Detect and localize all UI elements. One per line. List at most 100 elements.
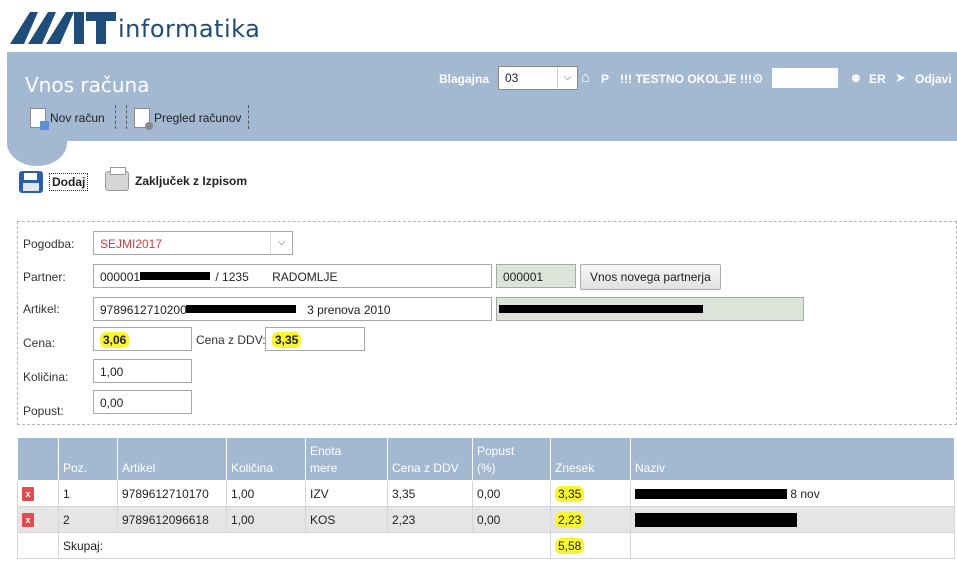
- contract-select[interactable]: SEJMI2017 ⌵: [93, 231, 293, 255]
- col-pos: Poz.: [58, 437, 118, 481]
- quantity-input[interactable]: 1,00: [93, 359, 192, 383]
- redacted-article-detail: [499, 305, 703, 313]
- cell-name: [630, 506, 955, 533]
- contract-label: Pogodba:: [23, 237, 75, 251]
- chevron-down-icon: ⌵: [557, 67, 577, 89]
- col-unit: Enota mere: [305, 437, 388, 481]
- price-value: 3,06: [100, 332, 130, 348]
- home-icon[interactable]: ⌂: [581, 70, 597, 86]
- cell-discount: 0,00: [472, 506, 551, 533]
- toolbar-divider: [126, 105, 127, 129]
- col-amount: Znesek: [550, 437, 631, 481]
- delete-icon[interactable]: x: [22, 513, 34, 527]
- add-label: Dodaj: [49, 173, 89, 191]
- new-document-icon: [30, 108, 49, 130]
- invoice-overview-label: Pregled računov: [154, 111, 242, 125]
- invoice-overview-button[interactable]: Pregled računov: [134, 108, 242, 130]
- col-actions: [17, 437, 59, 481]
- article-code: 9789612710200: [100, 303, 187, 317]
- article-suffix: 3 prenova 2010: [307, 303, 391, 317]
- register-value: 03: [505, 71, 519, 85]
- table-row: x 2 9789612096618 1,00 KOS 2,23 0,00 2,2…: [17, 506, 955, 533]
- table-total-row: Skupaj: 5,58: [17, 532, 955, 559]
- cell-discount: 0,00: [472, 480, 551, 507]
- cell-name: 8 nov: [630, 480, 955, 507]
- page-title: Vnos računa: [25, 73, 150, 97]
- redacted-partner-name: [140, 272, 210, 280]
- new-invoice-label: Nov račun: [50, 111, 105, 125]
- price-vat-input[interactable]: 3,35: [265, 327, 365, 351]
- cell-amount: 3,35: [550, 480, 631, 507]
- close-print-label: Zaključek z Izpisom: [135, 174, 248, 188]
- partner-id-field: 000001: [496, 264, 576, 288]
- col-quantity: Količina: [226, 437, 306, 481]
- register-label: Blagajna: [439, 72, 490, 86]
- table-row: x 1 9789612710170 1,00 IZV 3,35 0,00 3,3…: [17, 480, 955, 507]
- close-print-button[interactable]: Zaključek z Izpisom: [105, 167, 248, 191]
- col-discount-line2: (%): [477, 461, 496, 475]
- contract-value: SEJMI2017: [100, 237, 163, 251]
- row-actions: x: [17, 506, 59, 533]
- cell-article: 9789612710170: [117, 480, 227, 507]
- col-discount-line1: Popust: [477, 444, 515, 458]
- partner-code: 000001: [100, 270, 141, 284]
- quantity-label: Količina:: [23, 370, 69, 384]
- price-input[interactable]: 3,06: [93, 327, 192, 351]
- total-label-text: Skupaj:: [63, 538, 104, 553]
- col-article: Artikel: [117, 437, 227, 481]
- price-vat-value: 3,35: [272, 332, 302, 348]
- partner-city: RADOMLJE: [272, 270, 338, 284]
- mit-logo-icon: [10, 12, 116, 44]
- user-initials: ER: [869, 72, 886, 86]
- total-empty-cell: [630, 532, 955, 559]
- col-discount: Popust (%): [472, 437, 551, 481]
- col-unit-line1: Enota: [310, 444, 342, 458]
- printer-icon: [105, 167, 129, 191]
- redacted-username: [772, 68, 838, 88]
- col-name: Naziv: [630, 437, 955, 481]
- discount-label: Popust:: [23, 404, 64, 418]
- cell-amount-value: 2,23: [555, 511, 585, 528]
- cell-price-vat: 3,35: [387, 480, 473, 507]
- cell-unit: KOS: [305, 506, 388, 533]
- cell-amount-value: 3,35: [555, 485, 585, 502]
- cell-quantity: 1,00: [226, 480, 306, 507]
- cell-quantity: 1,00: [226, 506, 306, 533]
- cell-article: 9789612096618: [117, 506, 227, 533]
- toolbar-divider: [115, 105, 116, 129]
- cell-price-vat: 2,23: [387, 506, 473, 533]
- article-label: Artikel:: [23, 302, 60, 316]
- invoice-lines-table: Poz. Artikel Količina Enota mere Cena z D…: [17, 437, 955, 559]
- cell-pos: 2: [58, 506, 118, 533]
- row-actions: x: [17, 480, 59, 507]
- redacted-name: [635, 512, 797, 527]
- logout-link[interactable]: Odjavi: [915, 72, 952, 86]
- cell-name-suffix: 8 nov: [790, 486, 820, 501]
- total-empty-cell: [17, 532, 59, 559]
- register-select[interactable]: 03 ⌵: [498, 66, 578, 90]
- price-label: Cena:: [23, 336, 56, 350]
- save-icon: [19, 171, 43, 193]
- home-label: P: [601, 72, 610, 86]
- logout-icon: ➤: [895, 70, 906, 85]
- redacted-name: [635, 489, 787, 500]
- discount-input[interactable]: 0,00: [93, 390, 192, 414]
- price-vat-label: Cena z DDV:: [196, 333, 266, 347]
- col-unit-line2: mere: [310, 461, 338, 475]
- new-invoice-button[interactable]: Nov račun: [30, 108, 105, 130]
- chevron-down-icon: ⌵: [270, 232, 292, 254]
- new-partner-button[interactable]: Vnos novega partnerja: [580, 264, 721, 290]
- cell-amount: 2,23: [550, 506, 631, 533]
- add-button[interactable]: Dodaj: [19, 171, 89, 193]
- logo-text: informatika: [118, 15, 261, 43]
- table-header-row: Poz. Artikel Količina Enota mere Cena z D…: [17, 437, 955, 481]
- total-label: Skupaj:: [58, 532, 551, 559]
- total-cell: 5,58: [550, 532, 631, 559]
- environment-label: !!! TESTNO OKOLJE !!!: [620, 72, 752, 86]
- search-document-icon: [134, 108, 153, 130]
- partner-label: Partner:: [23, 270, 66, 284]
- delete-icon[interactable]: x: [22, 487, 34, 501]
- user-settings-icon: ⚙: [752, 71, 764, 86]
- partner-suffix: / 1235: [215, 270, 249, 284]
- user-icon: ☻: [849, 70, 863, 85]
